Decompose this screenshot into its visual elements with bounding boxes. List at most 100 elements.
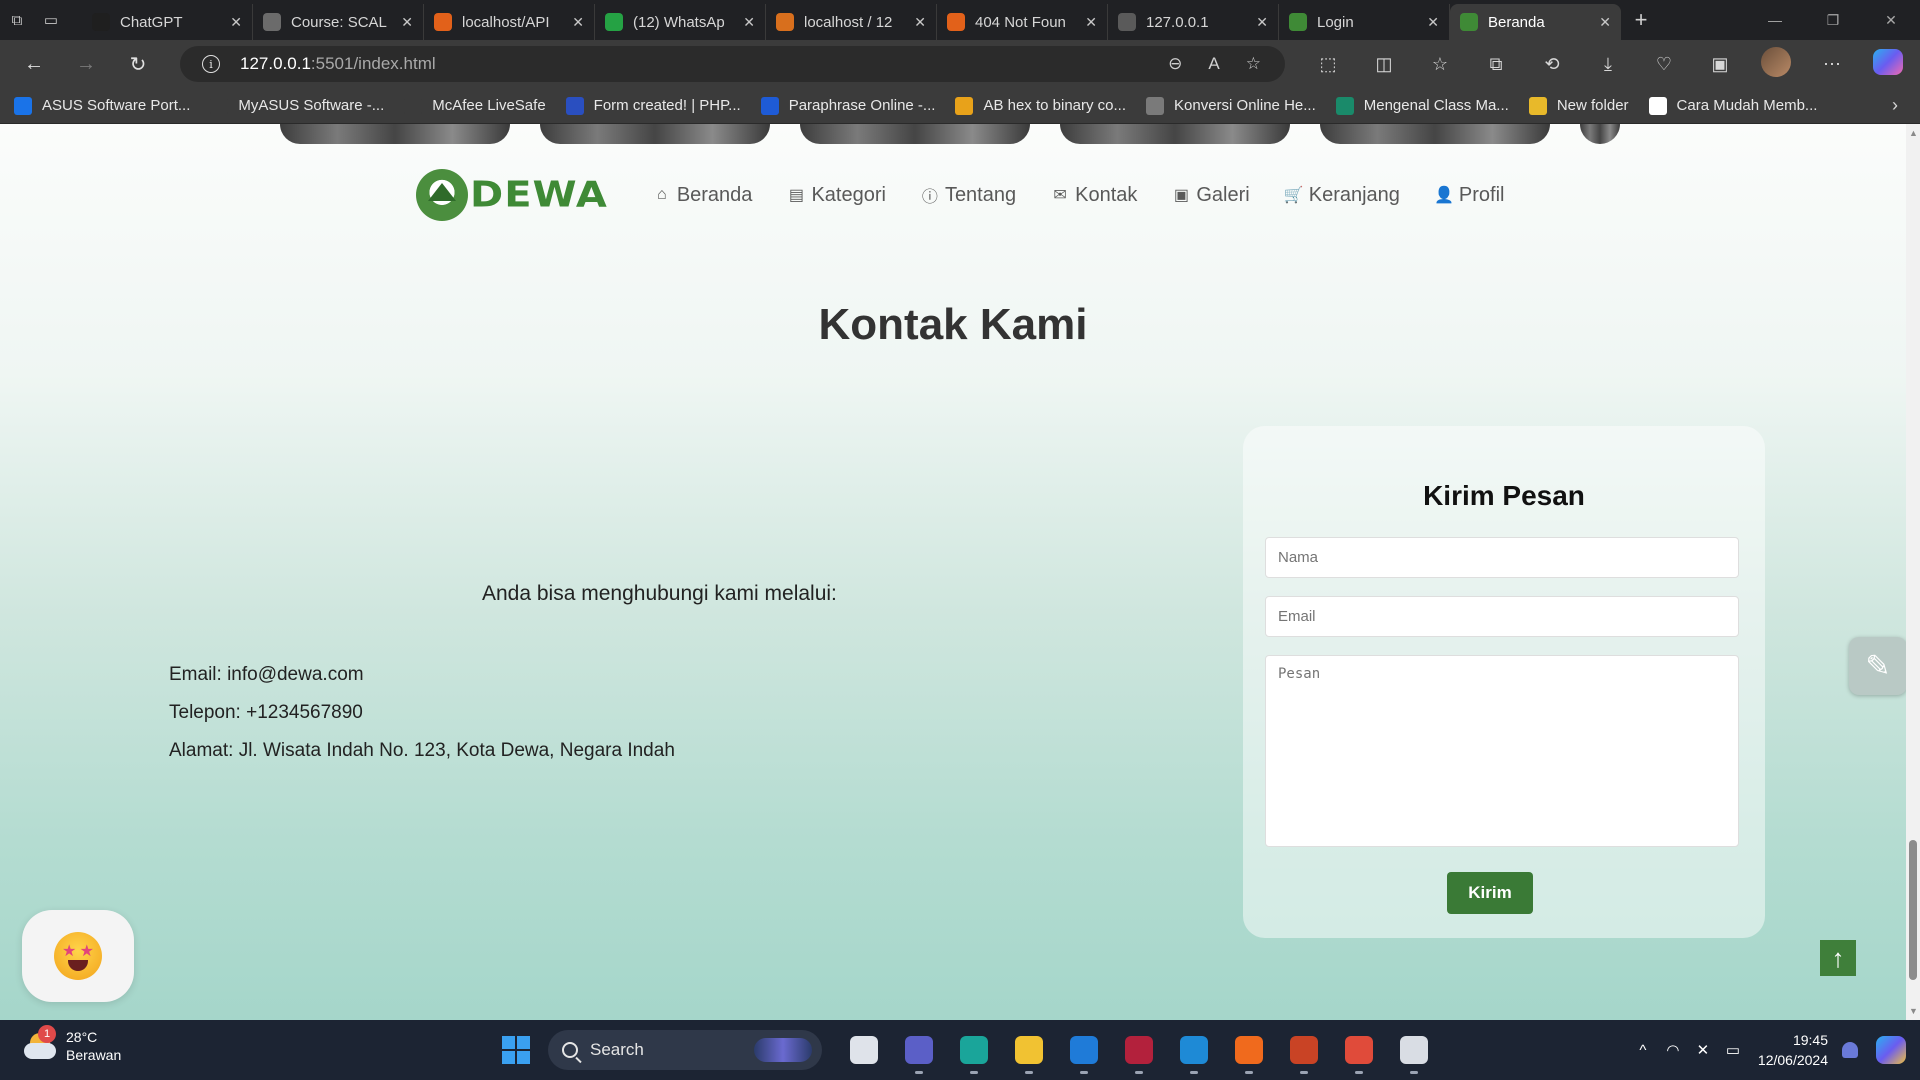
name-field[interactable] <box>1265 537 1739 578</box>
back-button[interactable]: ← <box>8 40 60 88</box>
nav-item-beranda[interactable]: ⌂ Beranda <box>652 184 752 207</box>
bookmark-item[interactable]: Paraphrase Online -... <box>760 96 935 115</box>
extensions-icon[interactable]: ⬚ <box>1300 54 1356 75</box>
weather-widget[interactable]: 1 28°C Berawan <box>22 1025 121 1064</box>
tab-title: localhost / 12 <box>804 13 893 31</box>
collections-icon[interactable]: ⧉ <box>1468 54 1524 75</box>
taskbar-app[interactable] <box>891 1028 946 1074</box>
history-icon[interactable]: ⟲ <box>1524 54 1580 75</box>
bookmark-item[interactable]: Konversi Online He... <box>1146 96 1316 115</box>
taskbar-app[interactable] <box>1056 1028 1111 1074</box>
browser-tab[interactable]: 404 Not Foun ✕ <box>937 4 1108 40</box>
close-tab-icon[interactable]: ✕ <box>1085 14 1097 31</box>
bookmark-item[interactable]: McAfee LiveSafe <box>404 96 546 115</box>
browser-tab[interactable]: Beranda ✕ <box>1450 4 1621 40</box>
window-controls: — ❐ ✕ <box>1746 0 1920 40</box>
copilot-taskbar-icon[interactable] <box>1876 1036 1906 1064</box>
bookmark-item[interactable]: Form created! | PHP... <box>565 96 741 115</box>
wifi-icon[interactable]: ◠ <box>1658 1041 1688 1059</box>
bookmark-item[interactable]: ASUS Software Port... <box>14 96 190 115</box>
scroll-down-icon[interactable]: ▼ <box>1909 1006 1918 1016</box>
battery-icon[interactable]: ▭ <box>1718 1041 1748 1059</box>
browser-tab[interactable]: Course: SCAL ✕ <box>253 4 424 40</box>
feedback-widget[interactable] <box>22 910 134 1002</box>
clock[interactable]: 19:45 12/06/2024 <box>1758 1030 1828 1070</box>
bookmark-item[interactable]: New folder <box>1528 96 1629 115</box>
browser-tab[interactable]: 127.0.0.1 ✕ <box>1108 4 1279 40</box>
copilot-button[interactable] <box>1860 48 1916 80</box>
bookmarks-overflow-icon[interactable]: › <box>1892 95 1898 116</box>
close-window-button[interactable]: ✕ <box>1862 0 1920 40</box>
taskbar-search[interactable]: Search <box>548 1030 822 1070</box>
taskbar-app[interactable] <box>1111 1028 1166 1074</box>
page-scrollbar[interactable]: ▲ ▼ <box>1906 124 1920 1020</box>
taskbar-app[interactable] <box>1221 1028 1276 1074</box>
tab-title: 127.0.0.1 <box>1146 13 1209 31</box>
close-tab-icon[interactable]: ✕ <box>914 14 926 31</box>
nav-item-galeri[interactable]: ▣ Galeri <box>1171 184 1250 207</box>
close-tab-icon[interactable]: ✕ <box>572 14 584 31</box>
nav-item-kontak[interactable]: ✉ Kontak <box>1050 184 1137 207</box>
taskbar-app[interactable] <box>1001 1028 1056 1074</box>
close-tab-icon[interactable]: ✕ <box>1256 14 1268 31</box>
more-menu-icon[interactable]: ⋯ <box>1804 54 1860 75</box>
nav-item-kategori[interactable]: ▤ Kategori <box>786 184 886 207</box>
zoom-icon[interactable]: ⊖ <box>1168 54 1182 74</box>
site-logo[interactable]: DEWA <box>416 169 608 221</box>
browser-essentials-icon[interactable]: ▣ <box>1692 54 1748 75</box>
restore-button[interactable]: ❐ <box>1804 0 1862 40</box>
notification-bell-icon[interactable] <box>1842 1042 1858 1058</box>
taskbar-app[interactable] <box>946 1028 1001 1074</box>
scroll-up-icon[interactable]: ▲ <box>1909 128 1918 138</box>
tab-actions-icon[interactable]: ▭ <box>34 0 68 40</box>
back-to-top-button[interactable]: ↑ <box>1820 940 1856 976</box>
taskbar-app[interactable] <box>1276 1028 1331 1074</box>
start-button[interactable] <box>502 1036 530 1064</box>
browser-tab[interactable]: localhost / 12 ✕ <box>766 4 937 40</box>
taskbar-app[interactable] <box>1331 1028 1386 1074</box>
browser-tab[interactable]: (12) WhatsAp ✕ <box>595 4 766 40</box>
browser-tab[interactable]: localhost/API ✕ <box>424 4 595 40</box>
favorite-star-icon[interactable]: ☆ <box>1246 54 1261 74</box>
close-tab-icon[interactable]: ✕ <box>1427 14 1439 31</box>
close-tab-icon[interactable]: ✕ <box>743 14 755 31</box>
nav-item-tentang[interactable]: ⓘ Tentang <box>920 184 1016 207</box>
side-extension-icon[interactable]: ✎ <box>1849 637 1906 695</box>
split-screen-icon[interactable]: ◫ <box>1356 54 1412 75</box>
scrollbar-thumb[interactable] <box>1909 840 1917 980</box>
close-tab-icon[interactable]: ✕ <box>401 14 413 31</box>
forward-button[interactable]: → <box>60 40 112 88</box>
volume-muted-icon[interactable]: ✕ <box>1688 1041 1718 1059</box>
rapidtables-icon <box>955 96 974 115</box>
close-tab-icon[interactable]: ✕ <box>1599 14 1611 31</box>
submit-button[interactable]: Kirim <box>1447 872 1533 914</box>
bookmark-item[interactable]: MyASUS Software -... <box>210 96 384 115</box>
bookmark-item[interactable]: Cara Mudah Memb... <box>1648 96 1817 115</box>
browser-tab[interactable]: ChatGPT ✕ <box>82 4 253 40</box>
message-field[interactable]: Pesan <box>1265 655 1739 847</box>
workspaces-icon[interactable]: ⧉ <box>0 0 34 40</box>
nav-item-keranjang[interactable]: 🛒 Keranjang <box>1284 184 1400 207</box>
close-tab-icon[interactable]: ✕ <box>230 14 242 31</box>
contact-address: Alamat: Jl. Wisata Indah No. 123, Kota D… <box>169 740 675 761</box>
site-info-icon[interactable]: i <box>202 55 220 73</box>
downloads-icon[interactable]: ⤓ <box>1580 54 1636 75</box>
nav-item-profil[interactable]: 👤 Profil <box>1434 184 1505 207</box>
show-hidden-icons[interactable]: ^ <box>1628 1042 1658 1059</box>
performance-icon[interactable]: ♡ <box>1636 54 1692 75</box>
taskbar-app[interactable] <box>1166 1028 1221 1074</box>
profile-avatar[interactable] <box>1748 46 1804 82</box>
email-field[interactable] <box>1265 596 1739 637</box>
new-tab-button[interactable]: + <box>1621 0 1661 40</box>
minimize-button[interactable]: — <box>1746 0 1804 40</box>
read-aloud-icon[interactable]: A <box>1208 54 1219 74</box>
bookmark-item[interactable]: AB hex to binary co... <box>955 96 1126 115</box>
gallery-thumbnail[interactable] <box>1580 124 1620 144</box>
reload-button[interactable]: ↻ <box>112 40 164 88</box>
browser-tab[interactable]: Login ✕ <box>1279 4 1450 40</box>
favorites-icon[interactable]: ☆ <box>1412 54 1468 75</box>
taskbar-app[interactable] <box>1386 1028 1441 1074</box>
taskbar-app[interactable] <box>836 1028 891 1072</box>
bookmark-item[interactable]: Mengenal Class Ma... <box>1335 96 1509 115</box>
address-bar[interactable]: i 127.0.0.1:5501/index.html ⊖ A ☆ <box>180 46 1285 82</box>
